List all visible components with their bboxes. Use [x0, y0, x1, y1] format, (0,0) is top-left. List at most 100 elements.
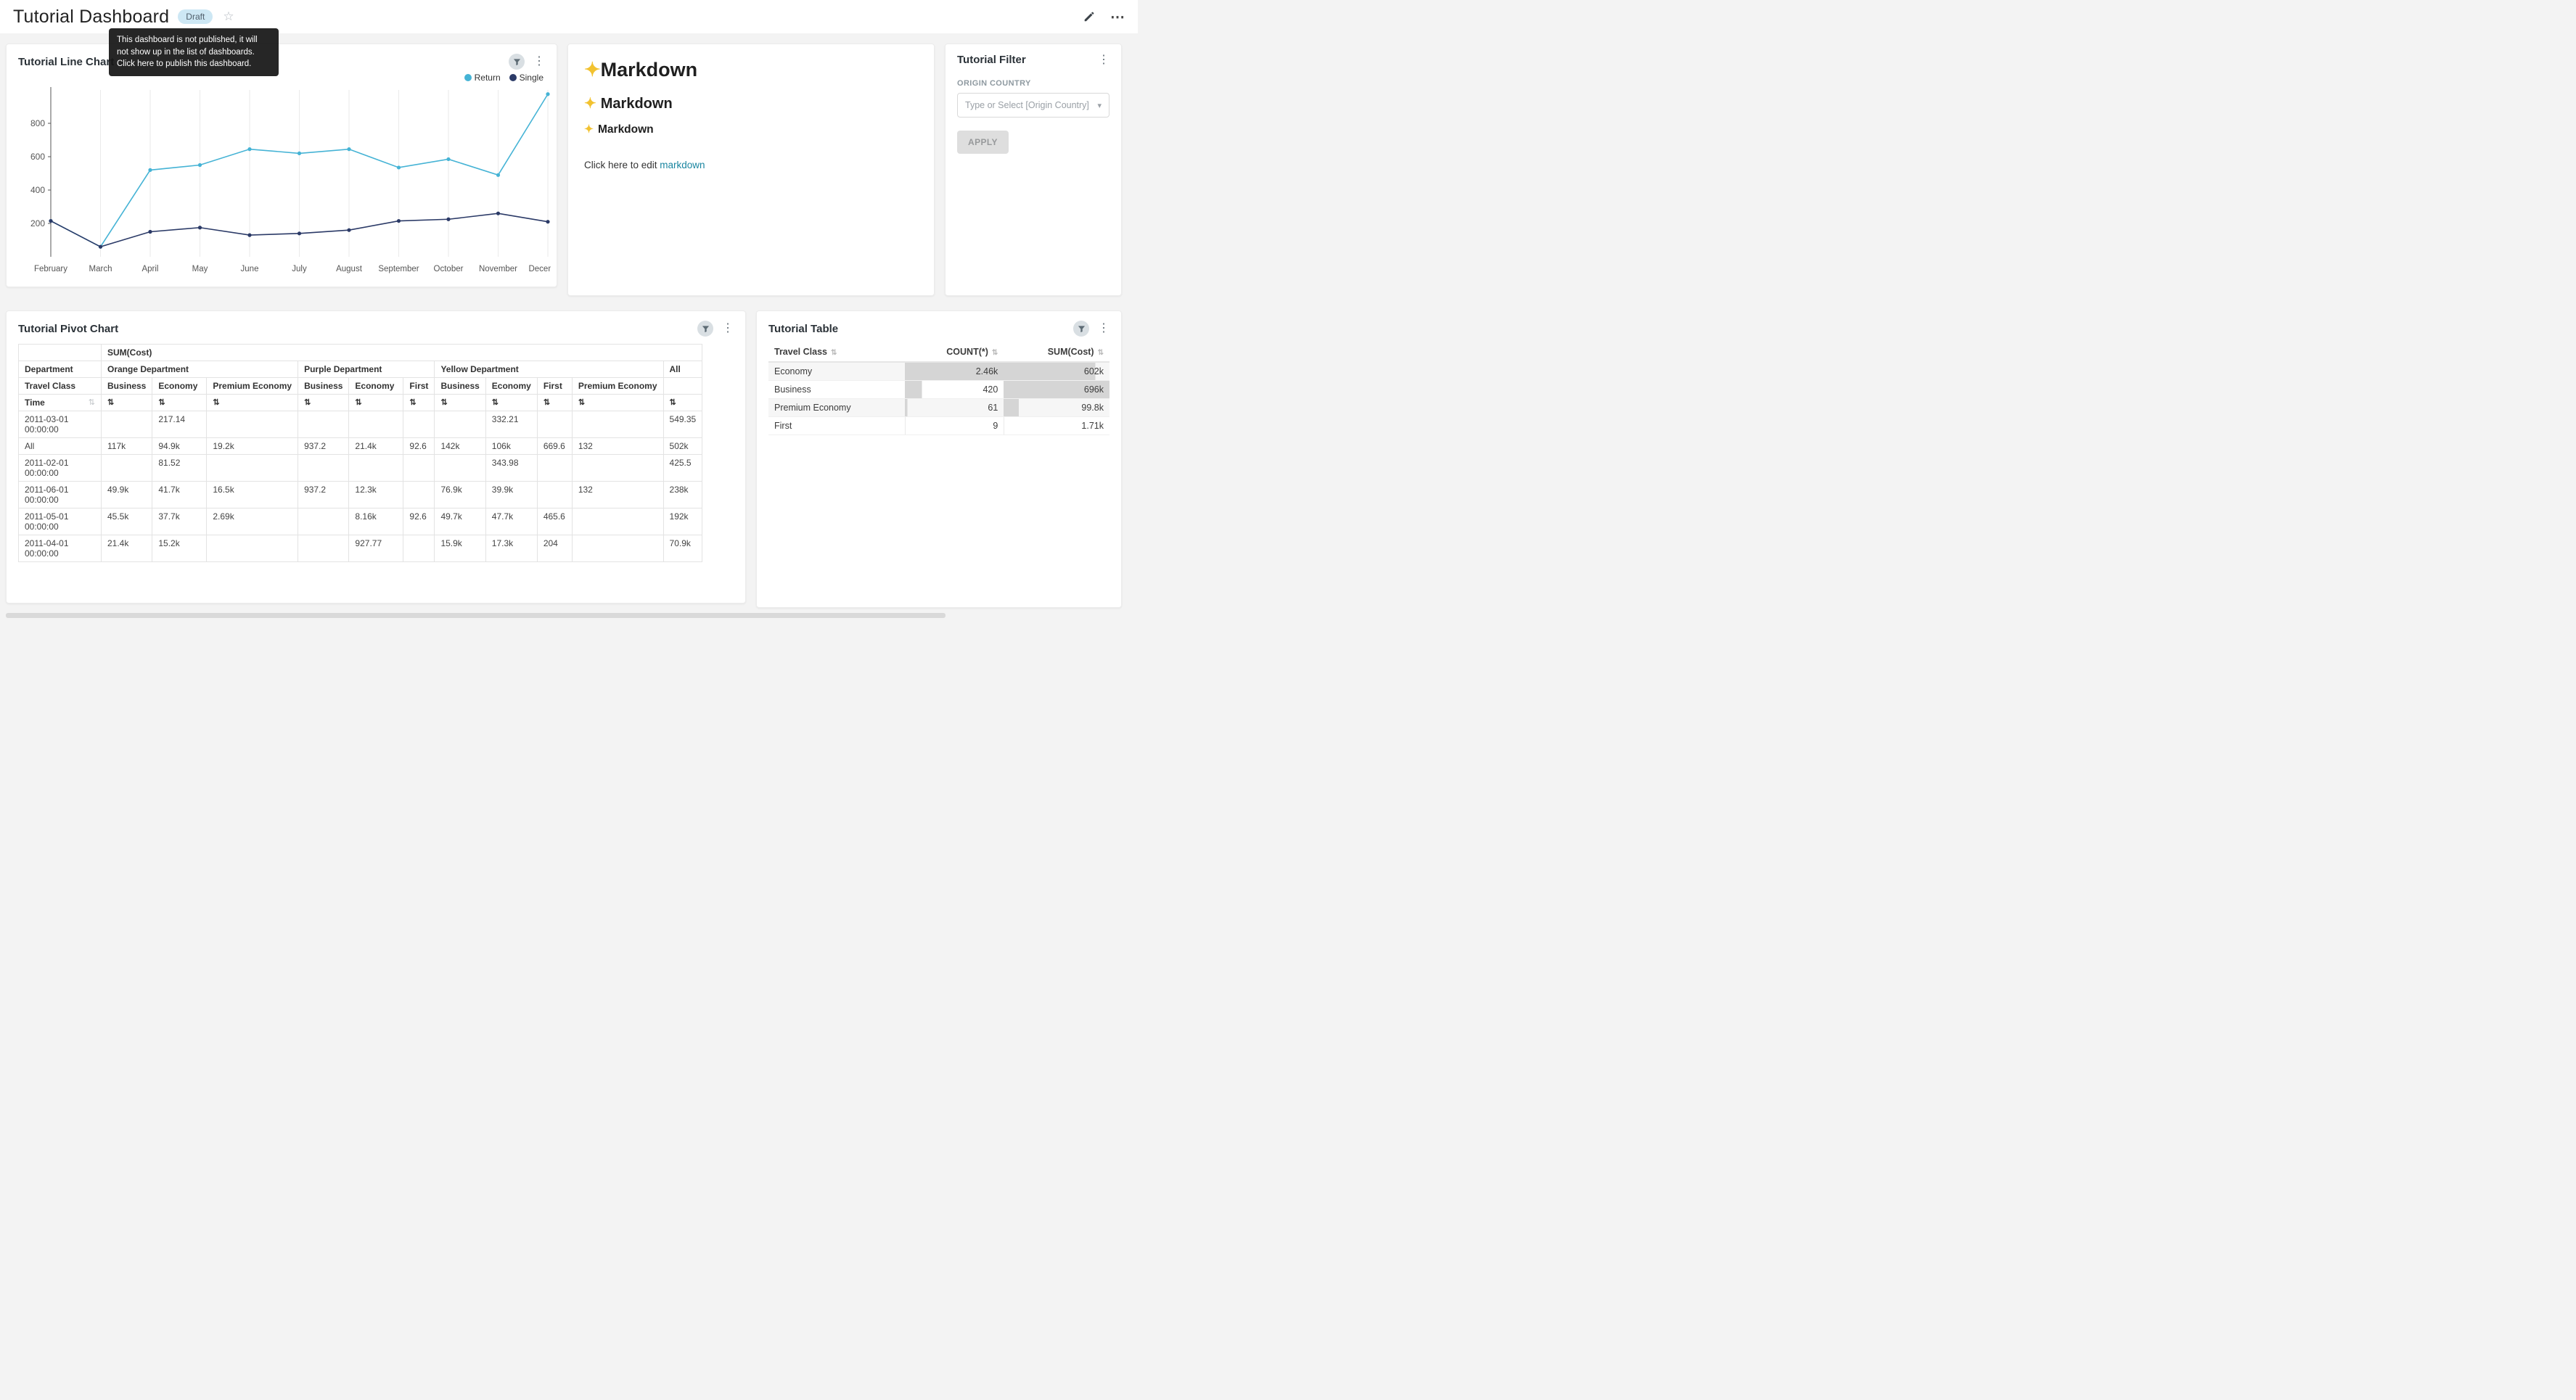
table-cell-count: 2.46k — [905, 362, 1004, 381]
pivot-time-header: Time⇅ — [19, 395, 102, 411]
sort-icon[interactable]: ⇅ — [831, 349, 837, 357]
sort-icon[interactable]: ⇅ — [992, 349, 998, 357]
table-col-header[interactable]: SUM(Cost) ⇅ — [1004, 342, 1109, 362]
table-row[interactable]: Economy2.46k602k — [768, 362, 1109, 381]
pivot-cell — [572, 455, 663, 482]
pivot-cell — [572, 411, 663, 438]
table-head-row: Travel Class⇅COUNT(*)⇅SUM(Cost)⇅ — [768, 342, 1109, 362]
filter-card-title: Tutorial Filter — [957, 54, 1026, 66]
markdown-paragraph: Click here to edit markdown — [584, 160, 918, 170]
pivot-cell: 41.7k — [152, 482, 207, 508]
kebab-menu-icon[interactable]: ⋮ — [722, 323, 734, 334]
pivot-class-col-header: Economy — [485, 378, 537, 395]
star-icon[interactable]: ☆ — [223, 9, 234, 24]
pivot-row-label: 2011-05-01 00:00:00 — [19, 508, 102, 535]
table-card: Tutorial Table ⋮ Travel Class⇅COUNT(*)⇅S… — [756, 310, 1122, 608]
table-cell-sum: 696k — [1004, 381, 1109, 399]
markdown-heading-3-text: Markdown — [598, 123, 654, 136]
header-actions: ⋯ — [1083, 8, 1125, 26]
table-row[interactable]: Business420696k — [768, 381, 1109, 399]
sort-toggle-icon[interactable]: ⇅ — [102, 395, 152, 411]
markdown-edit-link[interactable]: markdown — [660, 160, 705, 170]
origin-country-select[interactable]: Type or Select [Origin Country] ▾ — [957, 93, 1109, 118]
pivot-measure-header: SUM(Cost) — [102, 345, 702, 361]
table-cell-sum: 99.8k — [1004, 399, 1109, 417]
markdown-card: ✦Markdown ✦Markdown ✦Markdown Click here… — [567, 44, 935, 296]
result-table: Travel Class⇅COUNT(*)⇅SUM(Cost)⇅ Economy… — [768, 342, 1109, 435]
table-cell-count: 61 — [905, 399, 1004, 417]
svg-text:400: 400 — [30, 185, 45, 195]
pivot-cell — [102, 411, 152, 438]
table-row[interactable]: Premium Economy6199.8k — [768, 399, 1109, 417]
sort-toggle-icon[interactable]: ⇅ — [349, 395, 403, 411]
svg-text:200: 200 — [30, 218, 45, 228]
table-col-label: SUM(Cost) — [1048, 347, 1094, 357]
sort-toggle-icon[interactable]: ⇅ — [537, 395, 572, 411]
apply-button[interactable]: APPLY — [957, 131, 1009, 154]
pivot-cell: 81.52 — [152, 455, 207, 482]
table-col-header[interactable]: Travel Class ⇅ — [768, 342, 905, 362]
pivot-cell: 132 — [572, 438, 663, 455]
filter-scope-icon[interactable] — [1073, 321, 1089, 337]
filter-scope-icon[interactable] — [509, 54, 525, 70]
line-chart-legend: Return Single — [7, 71, 557, 83]
sort-icon[interactable]: ⇅ — [1098, 349, 1104, 357]
svg-text:June: June — [241, 265, 259, 273]
pivot-class-col-header: Business — [435, 378, 485, 395]
line-chart-title: Tutorial Line Chart — [18, 56, 114, 68]
sparkles-icon: ✦ — [584, 123, 594, 136]
filter-scope-icon[interactable] — [697, 321, 713, 337]
more-ellipsis-icon[interactable]: ⋯ — [1110, 8, 1125, 26]
pivot-cell — [207, 535, 298, 562]
sort-toggle-icon[interactable]: ⇅ — [207, 395, 298, 411]
dashboard-row-2: Tutorial Pivot Chart ⋮ SUM(Cost)Departme… — [6, 310, 1132, 608]
pivot-cell: 502k — [663, 438, 702, 455]
dashboard-row-1: Tutorial Line Chart ⋮ Return Single 200 40… — [6, 44, 1132, 296]
table-row[interactable]: First91.71k — [768, 417, 1109, 435]
sort-toggle-icon[interactable]: ⇅ — [89, 398, 95, 407]
table-card-title: Tutorial Table — [768, 323, 838, 335]
pivot-cell — [207, 411, 298, 438]
pivot-cell: 37.7k — [152, 508, 207, 535]
pivot-class-col-header: Business — [298, 378, 349, 395]
line-chart-svg: 200400600800FebruaryMarchAprilMayJuneJul… — [11, 84, 551, 279]
pivot-cell — [298, 455, 349, 482]
pivot-row: 2011-02-01 00:00:0081.52343.98425.5 — [19, 455, 702, 482]
sort-active-icon[interactable]: ⇅ — [663, 395, 702, 411]
pivot-cell: 39.9k — [485, 482, 537, 508]
sort-toggle-icon[interactable]: ⇅ — [298, 395, 349, 411]
pivot-cell: 465.6 — [537, 508, 572, 535]
sort-toggle-icon[interactable]: ⇅ — [572, 395, 663, 411]
sort-toggle-icon[interactable]: ⇅ — [435, 395, 485, 411]
pivot-cell: 94.9k — [152, 438, 207, 455]
kebab-menu-icon[interactable]: ⋮ — [1098, 323, 1109, 334]
table-col-label: Travel Class — [774, 347, 827, 357]
legend-item[interactable]: Single — [509, 73, 543, 83]
pivot-cell — [349, 411, 403, 438]
pivot-cell: 12.3k — [349, 482, 403, 508]
pivot-cell — [298, 411, 349, 438]
pivot-cell: 76.9k — [435, 482, 485, 508]
svg-text:February: February — [34, 265, 67, 273]
pivot-class-col-header: First — [403, 378, 435, 395]
kebab-menu-icon[interactable]: ⋮ — [1098, 54, 1109, 66]
table-col-header[interactable]: COUNT(*)⇅ — [905, 342, 1004, 362]
sort-toggle-icon[interactable]: ⇅ — [403, 395, 435, 411]
pivot-cell: 2.69k — [207, 508, 298, 535]
sort-toggle-icon[interactable]: ⇅ — [485, 395, 537, 411]
publish-tooltip[interactable]: This dashboard is not published, it will… — [109, 28, 279, 76]
edit-pencil-icon[interactable] — [1083, 10, 1096, 23]
sort-toggle-icon[interactable]: ⇅ — [152, 395, 207, 411]
pivot-cell — [403, 535, 435, 562]
legend-item[interactable]: Return — [464, 73, 501, 83]
pivot-cell: 16.5k — [207, 482, 298, 508]
pivot-cell: 192k — [663, 508, 702, 535]
svg-text:September: September — [378, 265, 419, 273]
table-cell-sum: 602k — [1004, 362, 1109, 381]
pivot-chart-title: Tutorial Pivot Chart — [18, 323, 118, 335]
pivot-cell — [298, 508, 349, 535]
draft-badge[interactable]: Draft — [178, 9, 213, 24]
pivot-cell — [435, 411, 485, 438]
kebab-menu-icon[interactable]: ⋮ — [533, 56, 545, 67]
pivot-chart-card: Tutorial Pivot Chart ⋮ SUM(Cost)Departme… — [6, 310, 746, 604]
